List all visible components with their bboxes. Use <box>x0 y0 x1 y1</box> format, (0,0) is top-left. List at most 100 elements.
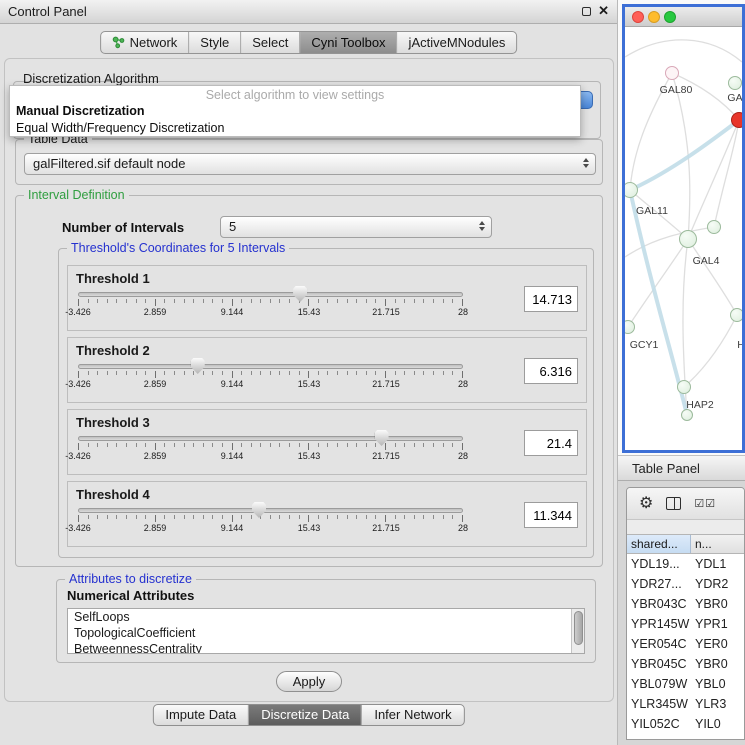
columns-icon[interactable] <box>666 497 681 510</box>
tab-impute-data[interactable]: Impute Data <box>153 705 248 725</box>
close-icon[interactable]: ✕ <box>598 3 609 19</box>
gear-icon[interactable]: ⚙ <box>639 496 653 512</box>
tick-mark <box>222 515 223 519</box>
table-cell[interactable]: YBR0 <box>691 594 744 614</box>
table-cell[interactable]: YDR27... <box>627 574 691 594</box>
tab-jactivemnodules[interactable]: jActiveMNodules <box>397 32 517 53</box>
table-cell[interactable]: YDL19... <box>627 554 691 574</box>
tick-mark <box>116 299 117 303</box>
tab-select[interactable]: Select <box>240 32 299 53</box>
checkbox-filter-icons[interactable]: ☑☑ <box>694 497 716 510</box>
list-item[interactable]: BetweennessCentrality <box>68 641 571 654</box>
table-cell[interactable]: YLR3 <box>691 694 744 714</box>
slider-track[interactable] <box>78 292 463 297</box>
tab-style[interactable]: Style <box>188 32 240 53</box>
list-item[interactable]: TopologicalCoefficient <box>68 625 571 641</box>
table-row[interactable]: YBL079WYBL0 <box>627 674 744 694</box>
top-tab-bar: Network Style Select Cyni Toolbox jActiv… <box>100 31 518 54</box>
threshold-2-value-field[interactable] <box>524 358 578 384</box>
tick-mark <box>423 443 424 447</box>
tick-mark <box>327 371 328 375</box>
network-node[interactable] <box>679 230 697 248</box>
network-node[interactable] <box>730 308 742 322</box>
column-header-name[interactable]: n... <box>691 535 744 553</box>
table-cell[interactable]: YBR043C <box>627 594 691 614</box>
tick-mark <box>452 443 453 447</box>
zoom-traffic-light-icon[interactable] <box>664 11 676 23</box>
tab-discretize-data[interactable]: Discretize Data <box>248 705 361 725</box>
list-item[interactable]: SelfLoops <box>68 609 571 625</box>
threshold-4-value-field[interactable] <box>524 502 578 528</box>
minimize-traffic-light-icon[interactable] <box>648 11 660 23</box>
table-panel-titlebar[interactable]: Table Panel <box>618 455 745 481</box>
table-row[interactable]: YPR145WYPR1 <box>627 614 744 634</box>
scrollbar-thumb[interactable] <box>574 611 583 645</box>
table-row[interactable]: YIL052CYIL0 <box>627 714 744 734</box>
table-cell[interactable]: YIL0 <box>691 714 744 734</box>
network-node[interactable] <box>707 220 721 234</box>
table-row[interactable]: YLR345WYLR3 <box>627 694 744 714</box>
table-cell[interactable]: YDR2 <box>691 574 744 594</box>
table-data-selected: galFiltered.sif default node <box>33 156 185 171</box>
network-canvas[interactable]: GAL80GAGAL11GAL4GCY1HHAP2 <box>625 27 742 450</box>
slider-track[interactable] <box>78 508 463 513</box>
table-cell[interactable]: YBL0 <box>691 674 744 694</box>
tab-infer-network[interactable]: Infer Network <box>361 705 463 725</box>
apply-button[interactable]: Apply <box>276 671 342 692</box>
tick-mark <box>347 371 348 375</box>
table-cell[interactable]: YER054C <box>627 634 691 654</box>
tick-mark <box>126 443 127 447</box>
list-items: SelfLoopsTopologicalCoefficientBetweenne… <box>68 609 571 654</box>
tick-mark <box>404 515 405 519</box>
tick-mark <box>462 515 463 522</box>
table-data-combobox[interactable]: galFiltered.sif default node <box>24 153 596 175</box>
table-row[interactable]: YBR045CYBR0 <box>627 654 744 674</box>
table-row[interactable]: YER054CYER0 <box>627 634 744 654</box>
threshold-2-slider[interactable]: -3.4262.8599.14415.4321.71528 <box>78 364 463 389</box>
algorithm-combobox-button[interactable] <box>579 91 593 109</box>
threshold-1-value-field[interactable] <box>524 286 578 312</box>
network-node[interactable] <box>665 66 679 80</box>
network-node[interactable] <box>728 76 742 90</box>
table-cell[interactable]: YBR045C <box>627 654 691 674</box>
table-cell[interactable]: YBL079W <box>627 674 691 694</box>
tick-mark <box>385 371 386 378</box>
number-of-intervals-combobox[interactable]: 5 <box>220 216 492 238</box>
table-cell[interactable]: YBR0 <box>691 654 744 674</box>
tab-cyni-toolbox[interactable]: Cyni Toolbox <box>299 32 396 53</box>
tick-mark <box>337 371 338 375</box>
table-header: shared... n... <box>627 534 744 554</box>
slider-track[interactable] <box>78 436 463 441</box>
threshold-3-value-field[interactable] <box>524 430 578 456</box>
option-equal-width-frequency[interactable]: Equal Width/Frequency Discretization <box>16 121 224 135</box>
table-cell[interactable]: YER0 <box>691 634 744 654</box>
table-cell[interactable]: YPR1 <box>691 614 744 634</box>
tick-mark <box>251 515 252 519</box>
table-cell[interactable]: YDL1 <box>691 554 744 574</box>
network-node[interactable] <box>677 380 691 394</box>
column-header-shared-name[interactable]: shared... <box>627 535 691 553</box>
tick-mark <box>433 371 434 375</box>
table-row[interactable]: YBR043CYBR0 <box>627 594 744 614</box>
network-node-label: GAL4 <box>693 255 720 267</box>
tick-mark <box>116 515 117 519</box>
list-scrollbar[interactable] <box>571 609 584 653</box>
table-cell[interactable]: YLR345W <box>627 694 691 714</box>
network-node[interactable] <box>731 112 742 128</box>
tab-network[interactable]: Network <box>101 32 189 53</box>
tick-mark <box>251 443 252 447</box>
minimize-icon[interactable] <box>582 7 591 16</box>
numerical-attributes-list[interactable]: SelfLoopsTopologicalCoefficientBetweenne… <box>67 608 585 654</box>
table-row[interactable]: YDR27...YDR2 <box>627 574 744 594</box>
table-cell[interactable]: YIL052C <box>627 714 691 734</box>
tick-mark <box>462 371 463 378</box>
threshold-4-slider[interactable]: -3.4262.8599.14415.4321.71528 <box>78 508 463 533</box>
tick-mark <box>155 371 156 378</box>
option-manual-discretization[interactable]: Manual Discretization <box>16 104 145 118</box>
table-row[interactable]: YDL19...YDL1 <box>627 554 744 574</box>
threshold-1-slider[interactable]: -3.4262.8599.14415.4321.71528 <box>78 292 463 317</box>
table-cell[interactable]: YPR145W <box>627 614 691 634</box>
close-traffic-light-icon[interactable] <box>632 11 644 23</box>
threshold-3-slider[interactable]: -3.4262.8599.14415.4321.71528 <box>78 436 463 461</box>
slider-track[interactable] <box>78 364 463 369</box>
